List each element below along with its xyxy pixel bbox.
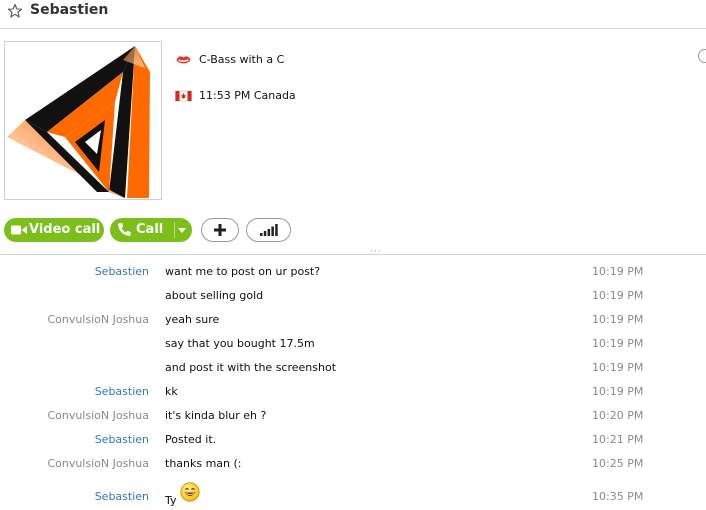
message-sender[interactable]: ConvulsioN Joshua: [47, 409, 149, 422]
message-row: ConvulsioN Joshua thanks man (: 10:25 PM: [0, 457, 706, 477]
signal-bars-icon: [260, 224, 278, 236]
message-text: yeah sure: [165, 313, 220, 326]
message-row: Sebastien want me to post on ur post? 10…: [0, 265, 706, 285]
call-button[interactable]: Call: [110, 218, 192, 242]
message-time: 10:19 PM: [592, 289, 644, 302]
message-text: about selling gold: [165, 289, 264, 302]
avatar-logo-image: [7, 46, 150, 198]
contact-name[interactable]: Sebastien: [30, 2, 108, 18]
message-time: 10:19 PM: [592, 265, 644, 278]
avatar[interactable]: [4, 41, 162, 200]
message-time: 10:21 PM: [592, 433, 644, 446]
message-sender[interactable]: Sebastien: [95, 433, 149, 446]
add-participants-button[interactable]: [201, 218, 239, 242]
plus-icon: [214, 224, 226, 236]
phone-icon: [118, 223, 131, 236]
message-row: ConvulsioN Joshua it's kinda blur eh ? 1…: [0, 409, 706, 429]
message-text: say that you bought 17.5m: [165, 337, 315, 350]
star-icon[interactable]: [7, 3, 23, 19]
message-text: Posted it.: [165, 433, 217, 446]
message-sender[interactable]: Sebastien: [95, 385, 149, 398]
message-text: and post it with the screenshot: [165, 361, 337, 374]
message-row: about selling gold 10:19 PM: [0, 289, 706, 309]
video-call-button[interactable]: Video call: [4, 218, 104, 242]
laughing-smiley-icon: [179, 482, 200, 502]
message-text: Ty: [165, 494, 177, 507]
call-quality-button[interactable]: [246, 218, 291, 242]
message-row: ConvulsioN Joshua yeah sure 10:19 PM: [0, 313, 706, 333]
video-camera-icon: [11, 225, 27, 235]
message-row: Sebastien Ty 10:35 PM: [0, 482, 706, 510]
message-time: 10:20 PM: [592, 409, 644, 422]
message-row: say that you bought 17.5m 10:19 PM: [0, 337, 706, 357]
canada-flag-icon: [175, 90, 192, 102]
message-time: 10:35 PM: [592, 490, 644, 503]
message-text-with-emoticon: Ty: [165, 482, 200, 510]
message-text: kk: [165, 385, 178, 398]
message-time: 10:19 PM: [592, 385, 644, 398]
call-button-separator: [174, 222, 175, 238]
message-text: thanks man (:: [165, 457, 242, 470]
message-time: 10:19 PM: [592, 337, 644, 350]
message-time: 10:19 PM: [592, 361, 644, 374]
message-text: want me to post on ur post?: [165, 265, 321, 278]
message-sender[interactable]: ConvulsioN Joshua: [47, 457, 149, 470]
skype-lips-icon: [176, 56, 191, 64]
call-dropdown-arrow-icon[interactable]: [178, 228, 186, 233]
message-time: 10:25 PM: [592, 457, 644, 470]
message-sender[interactable]: ConvulsioN Joshua: [47, 313, 149, 326]
message-time: 10:19 PM: [592, 313, 644, 326]
message-text: it's kinda blur eh ?: [165, 409, 267, 422]
message-row: Sebastien kk 10:19 PM: [0, 385, 706, 405]
mood-message: C-Bass with a C: [199, 53, 285, 66]
call-label: Call: [136, 222, 164, 237]
video-call-label: Video call: [29, 222, 101, 237]
panel-divider: [0, 254, 706, 255]
message-sender[interactable]: Sebastien: [95, 265, 149, 278]
message-sender[interactable]: Sebastien: [95, 490, 149, 503]
message-row: Sebastien Posted it. 10:21 PM: [0, 433, 706, 453]
conversation-header: Sebastien: [0, 0, 706, 29]
local-time-location: 11:53 PM Canada: [199, 89, 296, 102]
status-indicator[interactable]: [698, 49, 706, 63]
message-row: and post it with the screenshot 10:19 PM: [0, 361, 706, 381]
